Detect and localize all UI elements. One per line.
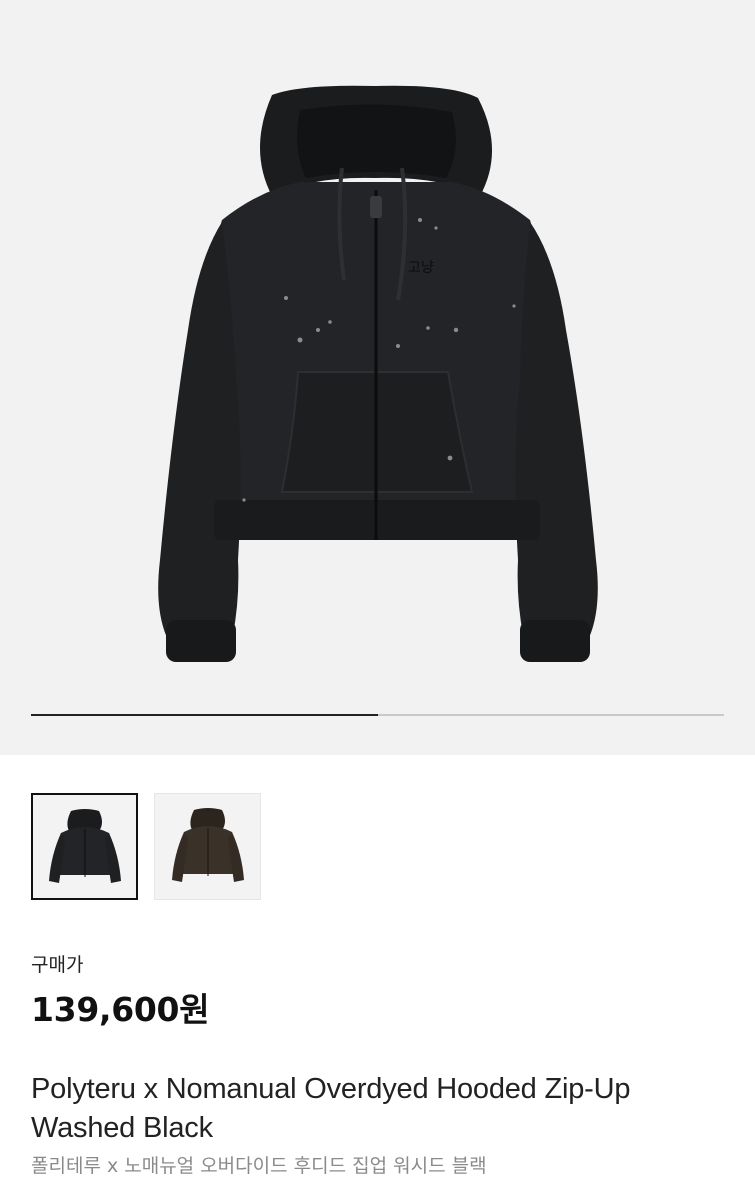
price-value: 139,600원 bbox=[31, 990, 210, 1029]
product-image-gallery[interactable]: 고냥 bbox=[0, 0, 755, 755]
product-title-korean: 폴리테루 x 노매뉴얼 오버다이드 후디드 집업 워시드 블랙 bbox=[31, 1155, 487, 1177]
hoodie-black-thumbnail-image bbox=[49, 809, 121, 883]
hoodie-brown-thumbnail-image bbox=[172, 808, 244, 882]
gallery-progress-track bbox=[31, 714, 724, 716]
hoodie-image: 고냥 bbox=[158, 85, 598, 662]
thumbnail-washed-black[interactable] bbox=[31, 793, 138, 900]
gallery-progress-indicator bbox=[31, 714, 378, 716]
thumbnail-washed-brown[interactable] bbox=[154, 793, 261, 900]
price-label: 구매가 bbox=[31, 954, 84, 976]
product-title-english: Polyteru x Nomanual Overdyed Hooded Zip-… bbox=[31, 1073, 631, 1144]
svg-text:고냥: 고냥 bbox=[408, 260, 434, 276]
